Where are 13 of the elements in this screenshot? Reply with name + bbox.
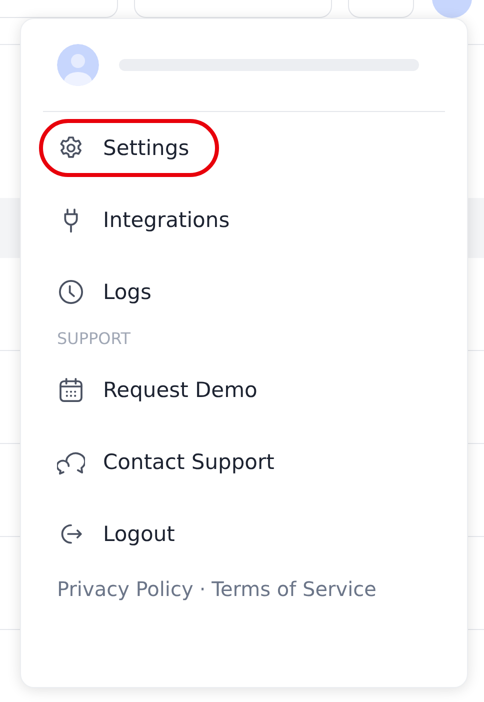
section-heading: SUPPORT xyxy=(56,329,132,350)
menu-item[interactable]: Logs xyxy=(39,263,182,321)
avatar-icon xyxy=(57,44,99,86)
menu-item[interactable]: Settings xyxy=(39,119,220,177)
menu-item[interactable]: Logout xyxy=(39,505,205,563)
separator-dot: · xyxy=(199,577,206,601)
clock-icon xyxy=(57,278,85,306)
privacy-policy-link[interactable]: Privacy Policy xyxy=(57,577,194,601)
menu-item[interactable]: Request Demo xyxy=(39,361,288,419)
menu-item[interactable]: Contact Support xyxy=(39,433,304,491)
menu-item[interactable]: Integrations xyxy=(39,191,260,249)
terms-of-service-link[interactable]: Terms of Service xyxy=(212,577,376,601)
calendar-icon xyxy=(57,376,85,404)
